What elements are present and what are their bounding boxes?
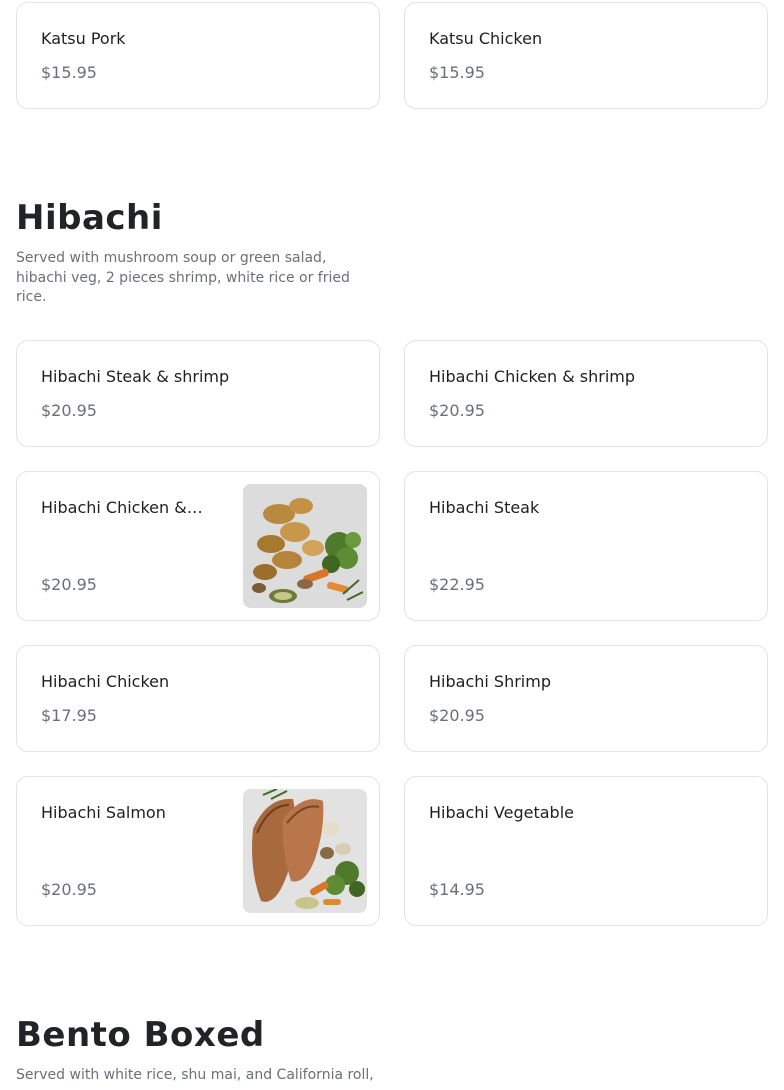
item-price: $20.95 xyxy=(41,575,97,594)
item-price: $17.95 xyxy=(41,706,97,725)
food-photo-illustration xyxy=(243,789,367,913)
item-price: $20.95 xyxy=(41,880,97,899)
item-name: Katsu Pork xyxy=(41,29,126,48)
menu-item-hibachi-steak-shrimp[interactable]: Hibachi Steak & shrimp $20.95 xyxy=(16,340,380,447)
menu-item-hibachi-salmon[interactable]: Hibachi Salmon $20.95 xyxy=(16,776,380,926)
item-price: $15.95 xyxy=(429,63,485,82)
item-name: Hibachi Chicken & shrimp xyxy=(429,367,636,386)
item-price: $20.95 xyxy=(41,401,97,420)
item-price: $20.95 xyxy=(429,706,485,725)
hibachi-items: Hibachi Steak & shrimp $20.95 Hibachi Ch… xyxy=(16,340,768,926)
menu-item-hibachi-chicken[interactable]: Hibachi Chicken $17.95 xyxy=(16,645,380,752)
item-price: $14.95 xyxy=(429,880,485,899)
menu-item-hibachi-shrimp[interactable]: Hibachi Shrimp $20.95 xyxy=(404,645,768,752)
item-name: Hibachi Steak xyxy=(429,498,540,517)
menu-item-katsu-chicken[interactable]: Katsu Chicken $15.95 xyxy=(404,2,768,109)
menu-item-hibachi-steak[interactable]: Hibachi Steak $22.95 xyxy=(404,471,768,621)
katsu-items: Katsu Pork $15.95 Katsu Chicken $15.95 xyxy=(16,2,768,109)
food-photo-illustration xyxy=(243,484,367,608)
section-title-bento-boxed: Bento Boxed xyxy=(16,1015,265,1055)
item-name: Katsu Chicken xyxy=(429,29,543,48)
section-title-hibachi: Hibachi xyxy=(16,198,163,238)
item-name: Hibachi Vegetable xyxy=(429,803,574,822)
hibachi-salmon-photo xyxy=(243,789,367,913)
menu-item-hibachi-vegetable[interactable]: Hibachi Vegetable $14.95 xyxy=(404,776,768,926)
menu-item-hibachi-chicken-shrimp[interactable]: Hibachi Chicken & shrimp $20.95 xyxy=(404,340,768,447)
item-name: Hibachi Chicken xyxy=(41,672,170,691)
menu-item-hibachi-chicken-steak[interactable]: Hibachi Chicken & Steak $20.95 xyxy=(16,471,380,621)
item-price: $22.95 xyxy=(429,575,485,594)
item-name: Hibachi Steak & shrimp xyxy=(41,367,230,386)
section-description-hibachi: Served with mushroom soup or green salad… xyxy=(16,250,350,305)
item-name: Hibachi Shrimp xyxy=(429,672,551,691)
hibachi-chicken-photo xyxy=(243,484,367,608)
menu-item-katsu-pork[interactable]: Katsu Pork $15.95 xyxy=(16,2,380,109)
section-description-bento-boxed: Served with white rice, shu mai, and Cal… xyxy=(16,1067,374,1083)
item-price: $15.95 xyxy=(41,63,97,82)
item-name: Hibachi Chicken & Steak xyxy=(41,498,203,517)
item-name: Hibachi Salmon xyxy=(41,803,166,822)
item-price: $20.95 xyxy=(429,401,485,420)
